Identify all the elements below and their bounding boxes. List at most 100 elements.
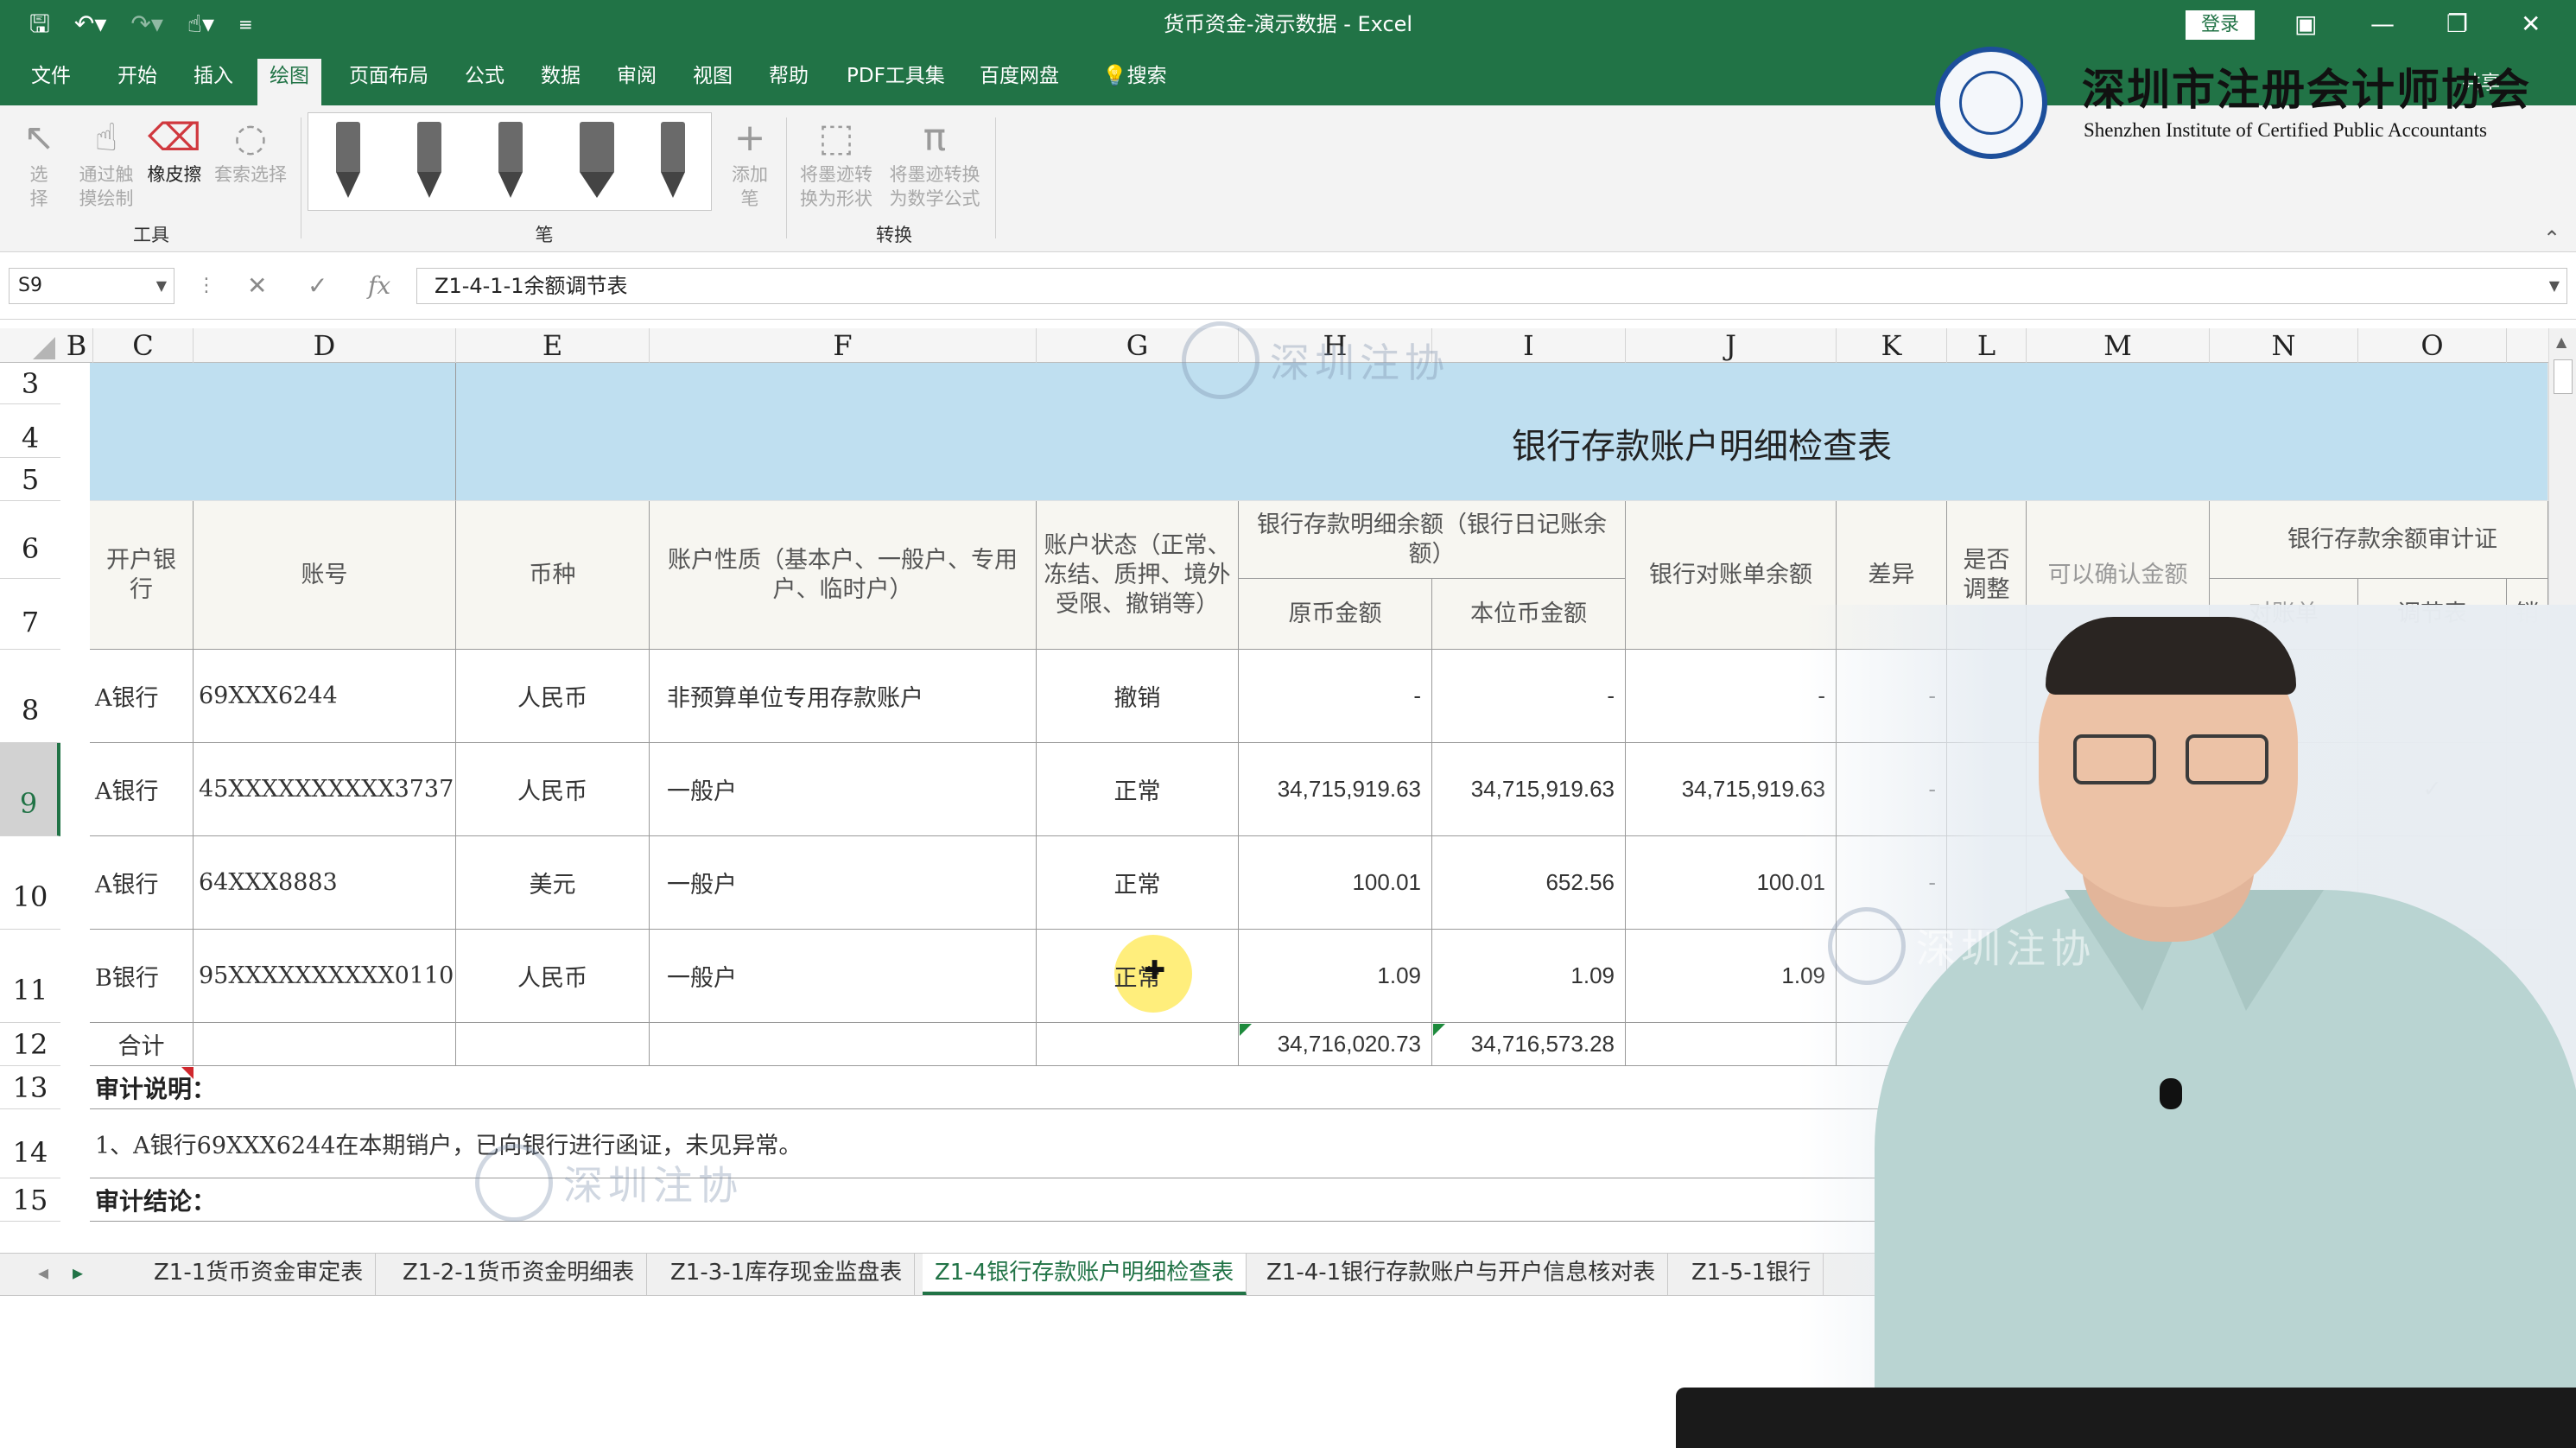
header-audit-evidence[interactable]: 银行存款余额审计证 (2210, 501, 2548, 579)
add-pen-button[interactable]: + 添加 笔 (726, 114, 774, 211)
tab-formulas[interactable]: 公式 (453, 59, 517, 93)
row-header[interactable]: 6 (0, 501, 60, 579)
pen-2[interactable] (414, 122, 445, 201)
scroll-up-icon[interactable]: ▲ (2556, 333, 2566, 350)
cell-original-amount[interactable]: 100.01 (1239, 836, 1432, 930)
row-header[interactable]: 8 (0, 650, 60, 743)
cell-status[interactable]: 正常 (1037, 743, 1239, 836)
column-header[interactable]: D (194, 328, 456, 363)
row-header[interactable]: 11 (0, 930, 60, 1023)
header-account-nature[interactable]: 账户性质（基本户、一般户、专用户、临时户） (650, 501, 1037, 650)
scroll-tabs-left-icon[interactable]: ◂ (38, 1261, 48, 1285)
row-header-selected[interactable]: 9 (0, 743, 60, 836)
tab-file[interactable]: 文件 (19, 59, 83, 93)
column-header[interactable]: E (456, 328, 650, 363)
pen-3[interactable] (495, 122, 526, 201)
chevron-down-icon[interactable]: ▼ (156, 269, 167, 303)
cell-status[interactable]: 撤销 (1037, 650, 1239, 743)
expand-formula-icon[interactable]: ▼ (2549, 269, 2560, 303)
cell-local-amount[interactable]: 34,715,919.63 (1432, 743, 1626, 836)
tab-data[interactable]: 数据 (529, 59, 593, 93)
cell-account[interactable]: 64XXX8883 (194, 836, 456, 930)
cell-original-amount[interactable]: - (1239, 650, 1432, 743)
sheet-tab-active[interactable]: Z1-4银行存款账户明细检查表 (923, 1254, 1247, 1295)
cell-bank[interactable]: B银行 (90, 930, 194, 1023)
cell-bank[interactable]: A银行 (90, 836, 194, 930)
tab-help[interactable]: 帮助 (757, 59, 821, 93)
collapse-ribbon-icon[interactable]: ⌃ (2543, 226, 2560, 251)
cell-total-original[interactable]: 34,716,020.73 (1239, 1023, 1432, 1066)
sheet-tab[interactable]: Z1-3-1库存现金监盘表 (658, 1254, 916, 1295)
header-account[interactable]: 账号 (194, 501, 456, 650)
cell-currency[interactable]: 人民币 (456, 930, 650, 1023)
column-header[interactable]: I (1432, 328, 1626, 363)
enter-icon[interactable]: ✓ (308, 268, 327, 304)
row-header[interactable]: 4 (0, 404, 60, 458)
cell-account[interactable]: 45XXXXXXXXXX3737 (194, 743, 456, 836)
close-icon[interactable]: ✕ (2521, 7, 2541, 41)
cell-status[interactable]: 正常 (1037, 836, 1239, 930)
draw-with-touch-tool[interactable]: ☝ 通过触 摸绘制 (69, 114, 143, 211)
cell-bank[interactable]: A银行 (90, 650, 194, 743)
column-header[interactable]: N (2210, 328, 2358, 363)
tab-page-layout[interactable]: 页面布局 (337, 59, 441, 93)
tab-insert[interactable]: 插入 (181, 59, 245, 93)
cell-total-currency[interactable] (456, 1023, 650, 1066)
name-box[interactable]: S9 ▼ (9, 268, 174, 304)
pen-5[interactable] (657, 122, 688, 201)
minimize-icon[interactable]: — (2370, 7, 2395, 41)
column-header[interactable]: L (1947, 328, 2027, 363)
sheet-tab[interactable]: Z1-1货币资金审定表 (142, 1254, 377, 1295)
cell-account[interactable]: 95XXXXXXXXXX0110 (194, 930, 456, 1023)
row-header[interactable]: 15 (0, 1178, 60, 1222)
eraser-tool[interactable]: ⌫ 橡皮擦 (140, 114, 209, 187)
header-bank[interactable]: 开户银行 (90, 501, 194, 650)
row-header[interactable]: 12 (0, 1023, 60, 1066)
tab-review[interactable]: 审阅 (605, 59, 669, 93)
login-button[interactable]: 登录 (2186, 10, 2255, 40)
cell-original-amount[interactable]: 1.09 (1239, 930, 1432, 1023)
cell-bank[interactable]: A银行 (90, 743, 194, 836)
tab-pdf-tools[interactable]: PDF工具集 (834, 59, 957, 93)
header-currency[interactable]: 币种 (456, 501, 650, 650)
row-header[interactable]: 3 (0, 363, 60, 404)
title-band-left[interactable] (90, 363, 456, 501)
title-band[interactable] (456, 363, 2548, 501)
cell-total-account[interactable] (194, 1023, 456, 1066)
cell-total-status[interactable] (1037, 1023, 1239, 1066)
row-header[interactable]: 7 (0, 579, 60, 650)
scroll-tabs-right-icon[interactable]: ▸ (73, 1261, 83, 1285)
tab-draw[interactable]: 绘图 (257, 59, 321, 105)
header-original-amount[interactable]: 原币金额 (1239, 579, 1432, 650)
pen-1[interactable] (333, 122, 364, 201)
ink-to-math-button[interactable]: π 将墨迹转换 为数学公式 (881, 114, 988, 211)
row-header[interactable]: 14 (0, 1109, 60, 1178)
cell-currency[interactable]: 人民币 (456, 743, 650, 836)
cell-local-amount[interactable]: 1.09 (1432, 930, 1626, 1023)
cell-currency[interactable]: 美元 (456, 836, 650, 930)
column-header[interactable]: F (650, 328, 1037, 363)
ink-to-shape-button[interactable]: ⬚ 将墨迹转 换为形状 (793, 114, 879, 211)
insert-function-icon[interactable]: fx (368, 268, 390, 304)
cell-currency[interactable]: 人民币 (456, 650, 650, 743)
tab-baidu-netdisk[interactable]: 百度网盘 (968, 59, 1071, 93)
sheet-tab[interactable]: Z1-4-1银行存款账户与开户信息核对表 (1254, 1254, 1669, 1295)
header-ledger-balance[interactable]: 银行存款明细余额（银行日记账余额） (1239, 501, 1626, 579)
cell-local-amount[interactable]: - (1432, 650, 1626, 743)
lasso-select-tool[interactable]: ◌ 套索选择 (207, 114, 294, 187)
row-header[interactable]: 5 (0, 458, 60, 501)
row-header[interactable]: 10 (0, 836, 60, 930)
cell-nature[interactable]: 非预算单位专用存款账户 (650, 650, 1037, 743)
column-header[interactable]: O (2358, 328, 2507, 363)
row-header[interactable]: 13 (0, 1066, 60, 1109)
header-account-status[interactable]: 账户状态（正常、冻结、质押、境外受限、撤销等） (1037, 501, 1239, 650)
scrollbar-thumb[interactable] (2554, 359, 2573, 394)
cell-total-nature[interactable] (650, 1023, 1037, 1066)
cell-total-local[interactable]: 34,716,573.28 (1432, 1023, 1626, 1066)
tab-view[interactable]: 视图 (681, 59, 745, 93)
cell-nature[interactable]: 一般户 (650, 836, 1037, 930)
cell-original-amount[interactable]: 34,715,919.63 (1239, 743, 1432, 836)
column-header[interactable]: C (93, 328, 194, 363)
ribbon-display-options-icon[interactable]: ▣ (2294, 7, 2317, 41)
column-header[interactable]: K (1837, 328, 1947, 363)
